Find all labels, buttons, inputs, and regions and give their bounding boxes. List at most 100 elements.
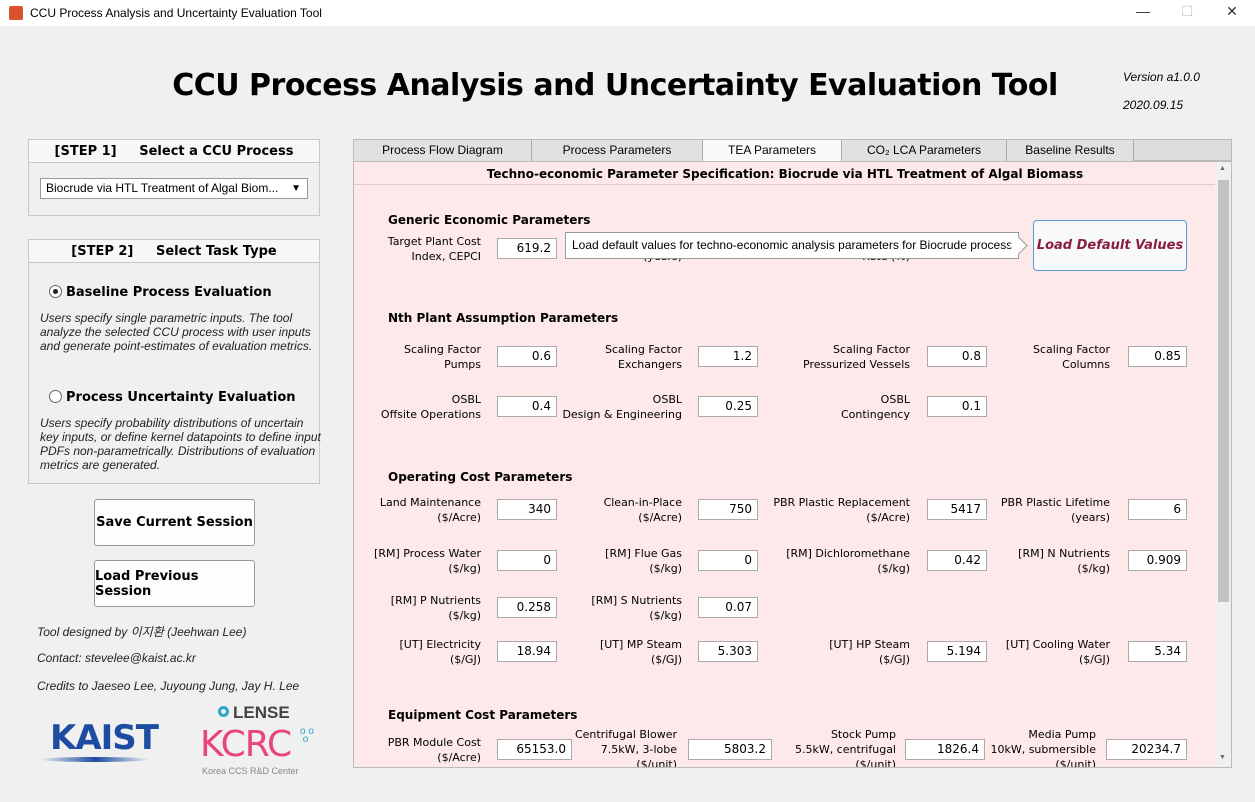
kaist-logo: KAIST — [50, 718, 159, 758]
radio-label: Process Uncertainty Evaluation — [66, 390, 296, 405]
page-title: CCU Process Analysis and Uncertainty Eva… — [172, 68, 1058, 103]
field-input[interactable]: 0.07 — [698, 597, 758, 618]
save-session-button[interactable]: Save Current Session — [94, 499, 255, 546]
field-label: [UT] MP Steam ($/GJ) — [600, 638, 682, 666]
field-label: PBR Plastic Lifetime (years) — [1000, 496, 1110, 524]
designer-credit: Tool designed by 이지환 (Jeehwan Lee) — [37, 625, 247, 639]
field-label: Clean-in-Place ($/Acre) — [603, 496, 682, 524]
field-label: [UT] HP Steam ($/GJ) — [829, 638, 910, 666]
kcrc-dots-icon: o o o — [300, 726, 314, 745]
field-label: [RM] Flue Gas ($/kg) — [605, 547, 682, 575]
field-label: Target Plant Cost Index, CEPCI — [387, 235, 481, 263]
baseline-description: Users specify single parametric inputs. … — [40, 311, 313, 353]
field-label: OSBL Offsite Operations — [380, 393, 481, 421]
field-input[interactable]: 5803.2 — [688, 739, 772, 760]
field-input[interactable]: 5417 — [927, 499, 987, 520]
radio-checked-icon — [49, 285, 62, 298]
tooltip: Load default values for techno-economic … — [565, 232, 1020, 259]
scrollbar[interactable]: ▲ ▼ — [1215, 162, 1231, 767]
app-icon — [9, 6, 23, 20]
field-input[interactable]: 0 — [497, 550, 557, 571]
load-session-button[interactable]: Load Previous Session — [94, 560, 255, 607]
tab-baseline-results[interactable]: Baseline Results — [1007, 140, 1134, 161]
field-input[interactable]: 5.34 — [1128, 641, 1187, 662]
kaist-logo-swoosh — [40, 757, 150, 762]
chevron-down-icon: ▼ — [291, 183, 301, 194]
tab-tea-parameters[interactable]: TEA Parameters — [703, 140, 842, 161]
radio-uncertainty[interactable]: Process Uncertainty Evaluation — [49, 390, 296, 405]
section-title: Operating Cost Parameters — [388, 470, 573, 484]
field-input[interactable]: 0 — [698, 550, 758, 571]
title-bar: CCU Process Analysis and Uncertainty Eva… — [0, 0, 1255, 26]
window-title: CCU Process Analysis and Uncertainty Eva… — [30, 6, 322, 20]
tab-co-lca-parameters[interactable]: CO₂ LCA Parameters — [842, 140, 1007, 161]
field-input[interactable]: 0.8 — [927, 346, 987, 367]
scroll-down-icon[interactable]: ▼ — [1219, 754, 1226, 761]
radio-unchecked-icon — [49, 390, 62, 403]
version-date: 2020.09.15 — [1123, 98, 1184, 112]
step2-title: [STEP 2] Select Task Type — [29, 240, 319, 263]
kcrc-logo: KCRC — [200, 724, 292, 765]
field-label: Scaling Factor Pumps — [403, 343, 481, 371]
field-input[interactable]: 18.94 — [497, 641, 557, 662]
tab-process-flow-diagram[interactable]: Process Flow Diagram — [354, 140, 532, 161]
tea-parameters-panel: Techno-economic Parameter Specification:… — [353, 161, 1232, 768]
close-button[interactable]: ✕ — [1222, 3, 1242, 20]
field-label: [RM] Process Water ($/kg) — [374, 547, 481, 575]
uncertainty-description: Users specify probability distributions … — [40, 416, 321, 472]
field-label: PBR Module Cost ($/Acre) — [387, 736, 481, 764]
field-input[interactable]: 0.42 — [927, 550, 987, 571]
field-input[interactable]: 1.2 — [698, 346, 758, 367]
scrollbar-thumb[interactable] — [1218, 180, 1229, 602]
maximize-button[interactable]: ☐ — [1177, 3, 1197, 20]
field-label: [RM] P Nutrients ($/kg) — [390, 594, 481, 622]
step1-title: [STEP 1] Select a CCU Process — [29, 140, 319, 163]
version-label: Version a1.0.0 — [1123, 70, 1200, 84]
field-input[interactable]: 65153.0 — [497, 739, 572, 760]
credits-text: Credits to Jaeseo Lee, Juyoung Jung, Jay… — [37, 679, 300, 693]
field-input[interactable]: 0.909 — [1128, 550, 1187, 571]
panel-title: Techno-economic Parameter Specification:… — [354, 164, 1216, 185]
kcrc-subtitle: Korea CCS R&D Center — [202, 766, 299, 776]
dropdown-value: Biocrude via HTL Treatment of Algal Biom… — [46, 181, 279, 195]
field-input[interactable]: 750 — [698, 499, 758, 520]
field-label: [RM] S Nutrients ($/kg) — [591, 594, 682, 622]
field-label: [UT] Electricity ($/GJ) — [399, 638, 482, 666]
field-input[interactable]: 0.1 — [927, 396, 987, 417]
field-label: Scaling Factor Exchangers — [604, 343, 682, 371]
field-input[interactable]: 0.85 — [1128, 346, 1187, 367]
field-input[interactable]: 0.4 — [497, 396, 557, 417]
scroll-up-icon[interactable]: ▲ — [1219, 165, 1226, 172]
field-input[interactable]: 0.6 — [497, 346, 557, 367]
field-input[interactable]: 5.194 — [927, 641, 987, 662]
field-label: [RM] N Nutrients ($/kg) — [1018, 547, 1110, 575]
field-input[interactable]: 0.258 — [497, 597, 557, 618]
field-input[interactable]: 20234.7 — [1106, 739, 1187, 760]
tab-process-parameters[interactable]: Process Parameters — [532, 140, 703, 161]
field-label: Stock Pump 5.5kW, centrifugal ($/unit) — [794, 728, 896, 768]
lense-logo-icon — [218, 706, 229, 717]
field-input[interactable]: 619.2 — [497, 238, 557, 259]
field-label: OSBL Design & Engineering — [562, 393, 682, 421]
minimize-button[interactable]: — — [1133, 3, 1153, 19]
lense-logo: LENSE — [233, 703, 290, 722]
field-label: Scaling Factor Columns — [1032, 343, 1110, 371]
load-default-values-button[interactable]: Load Default Values — [1033, 220, 1187, 271]
field-label: OSBL Contingency — [840, 393, 910, 421]
field-input[interactable]: 5.303 — [698, 641, 758, 662]
field-input[interactable]: 340 — [497, 499, 557, 520]
ccu-process-dropdown[interactable]: Biocrude via HTL Treatment of Algal Biom… — [40, 178, 308, 199]
field-input[interactable]: 1826.4 — [905, 739, 985, 760]
field-label: [RM] Dichloromethane ($/kg) — [786, 547, 910, 575]
field-label: PBR Plastic Replacement ($/Acre) — [773, 496, 910, 524]
section-title: Generic Economic Parameters — [388, 213, 591, 227]
contact-info: Contact: stevelee@kaist.ac.kr — [37, 651, 196, 665]
field-label: [UT] Cooling Water ($/GJ) — [1005, 638, 1110, 666]
field-label: Media Pump 10kW, submersible ($/unit) — [990, 728, 1096, 768]
radio-baseline[interactable]: Baseline Process Evaluation — [49, 285, 272, 300]
tab-bar: Process Flow Diagram Process Parameters TE… — [353, 139, 1232, 161]
radio-label: Baseline Process Evaluation — [66, 285, 272, 300]
field-input[interactable]: 0.25 — [698, 396, 758, 417]
section-title: Equipment Cost Parameters — [388, 708, 578, 722]
field-input[interactable]: 6 — [1128, 499, 1187, 520]
